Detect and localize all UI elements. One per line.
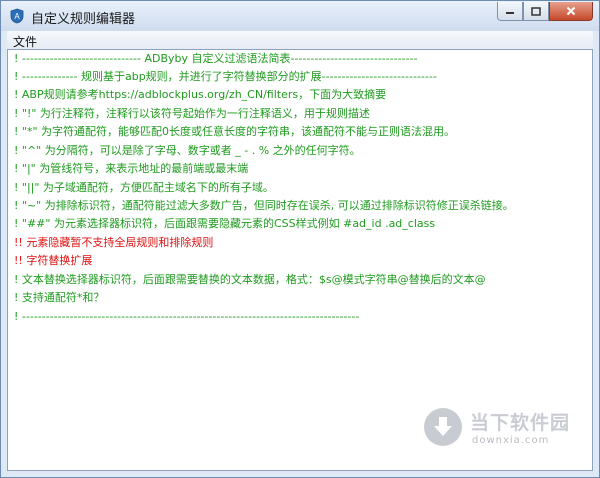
editor-line: !! 字符替换扩展: [14, 254, 93, 267]
svg-text:A: A: [14, 12, 20, 21]
editor-line: ! ------------------------------ ADByby …: [14, 52, 418, 65]
close-button[interactable]: [549, 2, 593, 21]
editor-line: ! "##" 为元素选择器标识符，后面跟需要隐藏元素的CSS样式例如 #ad_i…: [14, 217, 436, 230]
rule-editor-window: A 自定义规则编辑器 文件 ! ------------------------…: [0, 0, 600, 478]
editor-line: ! "||" 为子域通配符，方便匹配主域名下的所有子域。: [14, 181, 274, 194]
maximize-button[interactable]: [523, 2, 549, 21]
editor-line: ! "!" 为行注释符，注释行以该符号起始作为一行注释语义，用于规则描述: [14, 107, 370, 120]
download-arrow-icon: [424, 408, 462, 446]
maximize-icon: [531, 6, 541, 16]
editor-line: ! "~" 为排除标识符，通配符能过滤大多数广告，但同时存在误杀, 可以通过排除…: [14, 199, 514, 212]
window-title: 自定义规则编辑器: [31, 12, 136, 27]
menu-file[interactable]: 文件: [13, 33, 37, 50]
watermark-brand: 当下软件园: [470, 412, 571, 434]
menu-bar: 文件: [7, 31, 593, 50]
minimize-button[interactable]: [497, 2, 523, 21]
editor-line: ! --------------------------------------…: [14, 310, 360, 323]
editor-line: ! 文本替换选择器标识符，后面跟需要替换的文本数据，格式：$s@模式字符串@替换…: [14, 273, 486, 286]
editor-line: !! 元素隐藏暂不支持全局规则和排除规则: [14, 236, 214, 249]
title-bar[interactable]: A 自定义规则编辑器: [1, 1, 599, 31]
close-icon: [566, 6, 576, 16]
editor-line: ! -------------- 规则基于abp规则，并进行了字符替换部分的扩展…: [14, 70, 437, 83]
minimize-icon: [506, 12, 514, 14]
app-shield-icon: A: [10, 8, 24, 24]
window-controls: [497, 2, 593, 22]
editor-line: ! 支持通配符*和？: [14, 291, 105, 304]
editor-line: ! ABP规则请参考https://adblockplus.org/zh_CN/…: [14, 88, 387, 101]
editor-line: ! "|" 为管线符号，来表示地址的最前端或最末端: [14, 162, 249, 175]
editor-line: ! "^" 为分隔符，可以是除了字母、数字或者 _ - . % 之外的任何字符。: [14, 144, 361, 157]
editor-line: ! "*" 为字符通配符，能够匹配0长度或任意长度的字符串，该通配符不能与正则语…: [14, 125, 456, 138]
watermark: 当下软件园 downxia.com: [424, 406, 574, 456]
watermark-url: downxia.com: [472, 435, 550, 446]
rule-text-editor[interactable]: ! ------------------------------ ADByby …: [7, 49, 593, 471]
